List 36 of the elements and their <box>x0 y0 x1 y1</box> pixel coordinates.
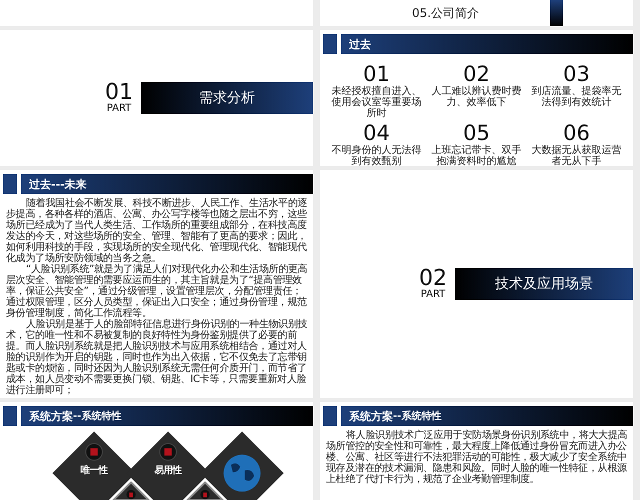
paragraph: 随着我国社会不断发展、科技不断进步、人民工作、生活水平的逐步提高，各种各样的酒店、公寓、办公写字楼等也随之层出不穷，这些场所已经成为了当代人类生活、工作场所的重要组成部分，在科技高度发达的今天，对这些场所的安全、管理、智能有了更高的要求；因此，如何利用科技的手段，实现场所的安全现代化、管理现代化、智能现代化成为了场所安防领域的当务之急。 <box>6 198 308 264</box>
item-caption: 大数据无从获取运营者无从下手 <box>530 145 622 166</box>
lower-diamond <box>112 482 150 500</box>
item-number: 02 <box>463 62 490 86</box>
item-number: 05 <box>463 121 490 145</box>
part-label: PART <box>420 290 446 300</box>
header-square <box>3 174 17 194</box>
paragraph: 将人脸识别技术广泛应用于安防场景身份识别系统中，将大大提高场所管控的安全性和可靠性，最大程度上降低通过身份冒充而进入办公楼、公寓、社区等进行不法犯罪活动的可能性，极大减少了安全系统中现存及潜在的技术漏洞、隐患和风险。同时人脸的唯一性特征，从根源上杜绝了代打卡行为，规范了企业考勤管理制度。 <box>326 430 628 485</box>
paragraph: 人脸识别是基于人的脸部特征信息进行身份识别的一种生物识别技术，它的唯一性和不易被复制的良好特性为身份鉴别提供了必要的前提。而人脸识别系统就是把人脸识别技术与应用系统相结合，通过对人脸的识别作为开启的钥匙，同时也作为出入依据，它不仅免去了忘带钥匙或卡的烦恼，同时还因为人脸识别系统无需任何介质开门，而节省了成本，如人员变动不需要更换门锁、钥匙、IC卡等，只需要重新对人脸进行注册即可； <box>6 319 308 396</box>
slide-subtitle: --系统特性 <box>73 410 122 423</box>
slide-title: 过去---未来 <box>29 176 87 192</box>
agenda-item-label: 05.公司简介 <box>412 4 480 22</box>
header-square <box>323 406 337 426</box>
item-caption: 人工难以辨认费时费力、效率低下 <box>430 86 522 108</box>
paragraph: “人脸识别系统”就是为了满足人们对现代化办公和生活场所的更高层次安全、智能管理的需要应运而生的，其主旨就是为了“提高管理效率，保证公共安全”，通过分级管理，设置管理层次，分配管理责任；通过权限管理，区分人员类型，保证出入口安全；通过身份管理，规范身份管理制度，简化工作流程等。 <box>6 264 308 319</box>
slide-title: 系统方案 <box>29 408 73 424</box>
slide-title: 系统方案 <box>349 408 393 424</box>
item-caption: 不明身份的人无法得到有效甄别 <box>330 145 422 166</box>
item-number: 06 <box>563 121 590 145</box>
item-number: 04 <box>363 121 390 145</box>
item-number: 03 <box>563 62 590 86</box>
section-title: 技术及应用场景 <box>495 275 593 293</box>
slide-title: 过去 <box>349 36 371 52</box>
section-title: 需求分析 <box>199 89 255 107</box>
slide-subtitle: --系统特性 <box>393 410 442 423</box>
section-number: 01 <box>105 82 133 104</box>
section-number: 02 <box>419 268 447 290</box>
item-number: 01 <box>363 62 390 86</box>
item-caption: 未经授权擅自进入、使用会议室等重要场所时 <box>330 86 422 119</box>
agenda-bar <box>550 0 563 26</box>
item-caption: 到店流量、提袋率无法得到有效统计 <box>530 86 622 108</box>
item-caption: 上班忘记带卡、双手抱满资料时的尴尬 <box>430 145 522 166</box>
part-label: PART <box>106 104 132 114</box>
header-square <box>323 34 337 54</box>
lower-diamond <box>186 482 224 500</box>
header-square <box>3 406 17 426</box>
